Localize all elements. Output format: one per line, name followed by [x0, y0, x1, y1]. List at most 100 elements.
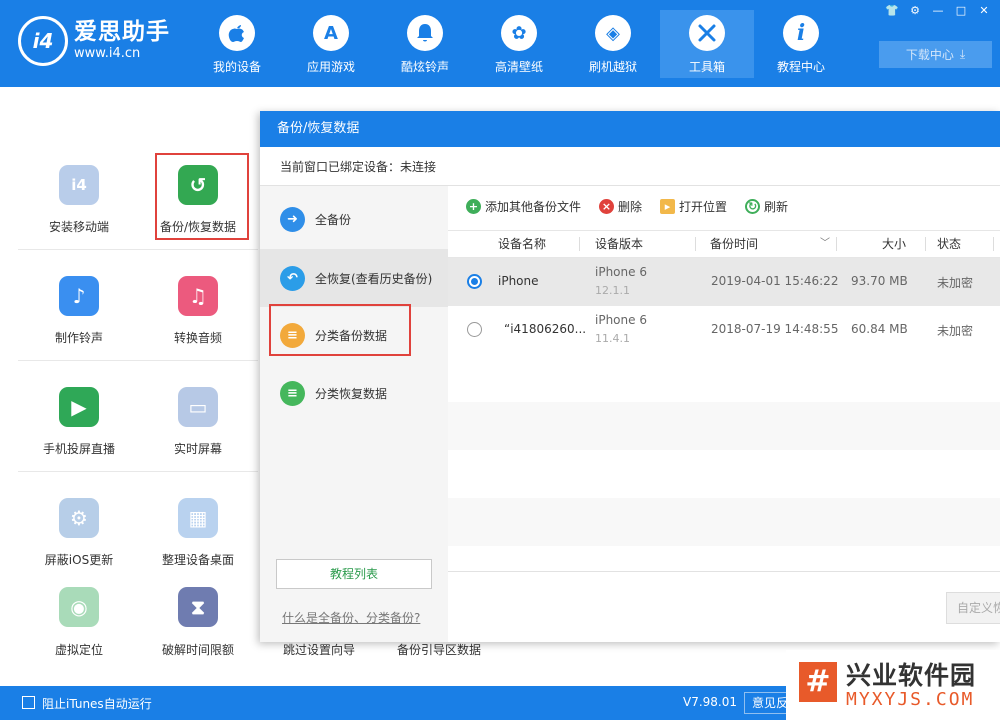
refresh-button[interactable]: ↻ 刷新 — [745, 198, 788, 215]
nav-flash-jailbreak[interactable]: ◈ 刷机越狱 — [566, 10, 660, 78]
open-location-button[interactable]: ▸ 打开位置 — [660, 198, 727, 215]
flower-icon: ✿ — [501, 15, 537, 51]
mode-sidebar: ➜ 全备份 ↶ 全恢复(查看历史备份) ≡ 分类备份数据 ≡ 分类恢复数据 教程… — [260, 186, 448, 642]
custom-restore-button[interactable]: 自定义恢 — [946, 592, 1000, 624]
i4-app-icon: i4 — [59, 165, 99, 205]
sort-chevron-down-icon[interactable]: ﹀ — [820, 231, 830, 257]
tools-icon — [689, 15, 725, 51]
tool-install-mobile[interactable]: i4 安装移动端 — [24, 165, 134, 235]
watermark-title: 兴业软件园 — [846, 661, 977, 690]
i4-logo-icon: i4 — [18, 16, 68, 66]
refresh-icon: ↻ — [745, 198, 761, 214]
nav-tutorials[interactable]: i 教程中心 — [754, 10, 848, 78]
info-icon: i — [783, 15, 819, 51]
col-device-version[interactable]: 设备版本 — [595, 231, 643, 257]
nav-my-device[interactable]: 我的设备 — [190, 10, 284, 78]
nav-toolbox[interactable]: 工具箱 — [660, 10, 754, 78]
tool-skip-setup-label[interactable]: 跳过设置向导 — [283, 641, 355, 658]
category-restore-icon: ≡ — [280, 380, 305, 406]
shirt-icon[interactable]: 👕 — [882, 2, 902, 19]
delete-button[interactable]: × 删除 — [599, 198, 642, 215]
divider — [18, 471, 258, 472]
tool-block-ios-update[interactable]: ⚙ 屏蔽iOS更新 — [24, 498, 134, 568]
backup-toolbar: + 添加其他备份文件 × 删除 ▸ 打开位置 ↻ 刷新 — [448, 186, 1000, 226]
grid-icon: ▦ — [178, 498, 218, 538]
maximize-icon[interactable]: □ — [951, 2, 971, 19]
backup-restore-dialog: 备份/恢复数据 当前窗口已绑定设备：未连接 ➜ 全备份 ↶ 全恢复(查看历史备份… — [260, 111, 1000, 642]
block-update-icon: ⚙ — [59, 498, 99, 538]
table-row-empty — [448, 402, 1000, 450]
highlight-box-category-backup — [269, 304, 411, 356]
divider — [836, 237, 837, 251]
divider — [448, 571, 1000, 572]
table-row[interactable]: “i41806260... iPhone 6 11.4.1 2018-07-19… — [448, 306, 1000, 354]
device-binding-status: 当前窗口已绑定设备：未连接 — [260, 147, 1000, 186]
tool-make-ringtone[interactable]: ♪ 制作铃声 — [24, 276, 134, 346]
add-backup-file-button[interactable]: + 添加其他备份文件 — [466, 198, 581, 215]
app-logo: i4 爱思助手 www.i4.cn — [18, 16, 170, 66]
music-icon: ♫ — [178, 276, 218, 316]
divider — [925, 237, 926, 251]
divider — [695, 237, 696, 251]
delete-icon: × — [599, 198, 615, 214]
backup-arrow-icon: ➜ — [280, 206, 305, 232]
top-bar: i4 爱思助手 www.i4.cn 我的设备 A 应用游戏 酷炫铃声 ✿ 高清壁… — [0, 0, 1000, 87]
folder-icon: ▸ — [660, 198, 676, 214]
mode-full-backup[interactable]: ➜ 全备份 — [260, 190, 448, 248]
dialog-title: 备份/恢复数据 — [260, 111, 1000, 147]
divider — [993, 237, 994, 251]
col-device-name[interactable]: 设备名称 — [498, 231, 546, 257]
version-label: V7.98.01 — [683, 695, 738, 709]
site-watermark: # 兴业软件园 MYXYJS.COM — [786, 650, 1000, 720]
table-row[interactable]: iPhone iPhone 6 12.1.1 2019-04-01 15:46:… — [448, 258, 1000, 306]
col-backup-time[interactable]: 备份时间 — [710, 231, 758, 257]
watermark-url: MYXYJS.COM — [846, 689, 975, 710]
backup-list-panel: + 添加其他备份文件 × 删除 ▸ 打开位置 ↻ 刷新 设备名称 设备版本 备份… — [448, 186, 1000, 642]
backup-help-link[interactable]: 什么是全备份、分类备份? — [282, 609, 420, 626]
screen-cast-icon: ▶ — [59, 387, 99, 427]
hourglass-icon: ⧗ — [178, 587, 218, 627]
apple-icon — [219, 15, 255, 51]
tool-convert-audio[interactable]: ♫ 转换音频 — [143, 276, 253, 346]
nav-apps-games[interactable]: A 应用游戏 — [284, 10, 378, 78]
appstore-icon: A — [313, 15, 349, 51]
highlight-box-backup-tool — [155, 153, 249, 240]
bell-plus-icon: ♪ — [59, 276, 99, 316]
gear-icon[interactable]: ⚙ — [905, 2, 925, 19]
tool-crack-screen-time[interactable]: ⧗ 破解时间限额 — [143, 587, 253, 658]
monitor-icon: ▭ — [178, 387, 218, 427]
mode-category-restore[interactable]: ≡ 分类恢复数据 — [260, 364, 448, 422]
col-size[interactable]: 大小 — [882, 231, 906, 257]
col-status[interactable]: 状态 — [937, 231, 961, 257]
table-row-empty — [448, 498, 1000, 546]
row-radio[interactable] — [467, 322, 482, 337]
plus-icon: + — [466, 198, 481, 214]
app-name: 爱思助手 — [74, 19, 170, 45]
divider — [18, 249, 258, 250]
location-icon: ◉ — [59, 587, 99, 627]
block-itunes-checkbox[interactable] — [22, 696, 35, 709]
mode-full-restore[interactable]: ↶ 全恢复(查看历史备份) — [260, 249, 448, 307]
download-center-button[interactable]: 下载中心 ⤓ — [879, 41, 992, 68]
box-icon: ◈ — [595, 15, 631, 51]
row-radio[interactable] — [467, 274, 482, 289]
window-controls: 👕 ⚙ — □ ✕ — [882, 2, 994, 19]
block-itunes-label[interactable]: 阻止iTunes自动运行 — [42, 695, 152, 712]
backup-table-header: 设备名称 设备版本 备份时间 ﹀ 大小 状态 — [448, 230, 1000, 258]
download-icon: ⤓ — [959, 47, 966, 61]
app-url: www.i4.cn — [74, 46, 141, 61]
tool-backup-boot-label[interactable]: 备份引导区数据 — [397, 641, 481, 658]
close-icon[interactable]: ✕ — [974, 2, 994, 19]
restore-arrow-icon: ↶ — [280, 265, 305, 291]
nav-ringtones[interactable]: 酷炫铃声 — [378, 10, 472, 78]
tool-organize-desktop[interactable]: ▦ 整理设备桌面 — [143, 498, 253, 568]
tool-screen-cast[interactable]: ▶ 手机投屏直播 — [24, 387, 134, 457]
divider — [579, 237, 580, 251]
tool-virtual-location[interactable]: ◉ 虚拟定位 — [24, 587, 134, 658]
divider — [18, 360, 258, 361]
nav-wallpapers[interactable]: ✿ 高清壁纸 — [472, 10, 566, 78]
minimize-icon[interactable]: — — [928, 2, 948, 19]
tutorial-list-button[interactable]: 教程列表 — [276, 559, 432, 589]
watermark-logo-icon: # — [799, 662, 837, 702]
tool-realtime-screen[interactable]: ▭ 实时屏幕 — [143, 387, 253, 457]
